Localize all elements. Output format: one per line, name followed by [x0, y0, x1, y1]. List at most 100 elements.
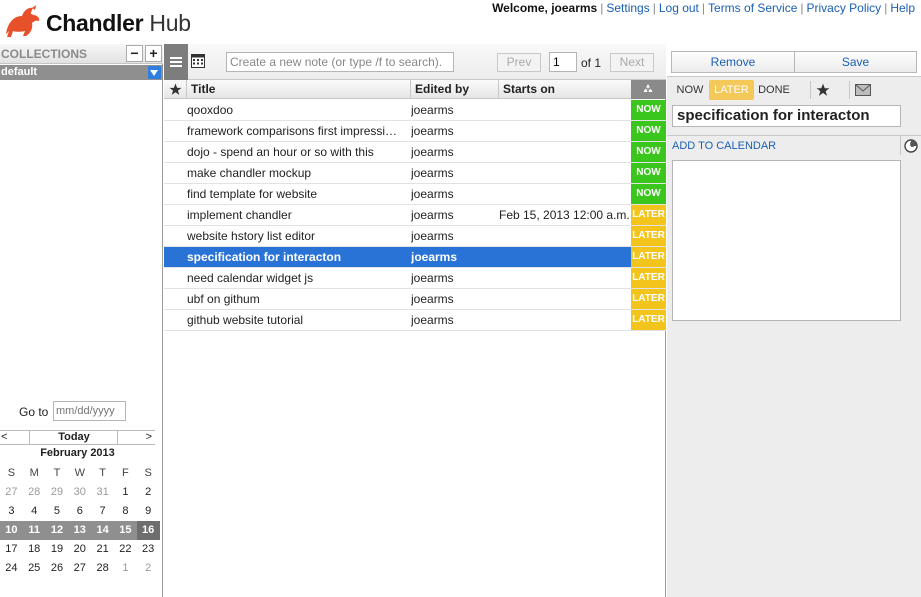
item-edited-by: joearms — [411, 313, 454, 327]
triage-badge[interactable]: LATER — [631, 310, 666, 330]
triage-badge[interactable]: NOW — [631, 142, 666, 162]
calendar-day[interactable]: 27 — [0, 483, 23, 502]
calendar-day[interactable]: 11 — [23, 521, 46, 540]
triage-badge[interactable]: NOW — [631, 184, 666, 204]
triage-badge[interactable]: NOW — [631, 121, 666, 141]
calendar-prev-button[interactable]: < — [0, 431, 30, 444]
calendar-day[interactable]: 6 — [68, 502, 91, 521]
privacy-link[interactable]: Privacy Policy — [807, 1, 882, 15]
calendar-day[interactable]: 27 — [68, 559, 91, 578]
calendar-day[interactable]: 4 — [23, 502, 46, 521]
calendar-day[interactable]: 24 — [0, 559, 23, 578]
detail-body-textarea[interactable] — [672, 160, 901, 321]
table-row[interactable]: make chandler mockup joearms NOW — [164, 163, 666, 184]
triage-badge[interactable]: LATER — [631, 247, 666, 267]
table-row[interactable]: implement chandler joearms Feb 15, 2013 12… — [164, 205, 666, 226]
detail-title-field[interactable]: specification for interacton — [672, 105, 901, 127]
calendar-day[interactable]: 8 — [114, 502, 137, 521]
remove-button[interactable]: Remove — [671, 51, 795, 73]
calendar-day[interactable]: 5 — [46, 502, 69, 521]
triage-badge[interactable]: LATER — [631, 289, 666, 309]
calendar-day[interactable]: 23 — [137, 540, 160, 559]
calendar-day[interactable]: 3 — [0, 502, 23, 521]
star-icon[interactable] — [810, 81, 832, 99]
logout-link[interactable]: Log out — [659, 1, 699, 15]
page-number-input[interactable] — [549, 52, 577, 72]
calendar-day[interactable]: 28 — [91, 559, 114, 578]
calendar-day[interactable]: 1 — [114, 559, 137, 578]
triage-badge[interactable]: LATER — [631, 226, 666, 246]
quick-entry-input[interactable] — [226, 52, 454, 72]
calendar-day[interactable]: 9 — [137, 502, 160, 521]
triage-badge[interactable]: LATER — [631, 205, 666, 225]
remove-collection-button[interactable]: − — [126, 45, 143, 62]
add-to-calendar-bar: ADD TO CALENDAR — [667, 135, 921, 155]
mail-icon[interactable] — [849, 81, 871, 99]
item-starts-on: Feb 15, 2013 12:00 a.m. — [499, 208, 630, 222]
calendar-day[interactable]: 2 — [137, 483, 160, 502]
triage-now-button[interactable]: NOW — [672, 80, 708, 100]
calendar-view-icon[interactable] — [191, 54, 205, 68]
triage-column-header[interactable] — [631, 80, 666, 99]
starts-on-column-header[interactable]: Starts on — [499, 80, 631, 99]
clock-icon[interactable] — [900, 136, 920, 155]
add-collection-button[interactable]: + — [145, 45, 162, 62]
edited-by-column-header[interactable]: Edited by — [411, 80, 499, 99]
save-button[interactable]: Save — [794, 51, 917, 73]
triage-later-button[interactable]: LATER — [709, 80, 754, 100]
prev-page-button[interactable]: Prev — [497, 53, 541, 72]
calendar-day[interactable]: 14 — [91, 521, 114, 540]
calendar-day[interactable]: 26 — [46, 559, 69, 578]
calendar-day[interactable]: 13 — [68, 521, 91, 540]
calendar-day[interactable]: 12 — [46, 521, 69, 540]
title-column-header[interactable]: Title — [187, 80, 411, 99]
list-view-icon[interactable] — [164, 44, 188, 80]
calendar-day[interactable]: 21 — [91, 540, 114, 559]
calendar-next-button[interactable]: > — [119, 431, 155, 444]
calendar-day[interactable]: 22 — [114, 540, 137, 559]
calendar-day[interactable]: 15 — [114, 521, 137, 540]
next-page-button[interactable]: Next — [610, 53, 654, 72]
table-row[interactable]: github website tutorial joearms LATER — [164, 310, 666, 331]
table-row[interactable]: framework comparisons first impressi… joe… — [164, 121, 666, 142]
triage-badge[interactable]: NOW — [631, 163, 666, 183]
chevron-down-icon[interactable] — [148, 66, 161, 79]
calendar-day[interactable]: 1 — [114, 483, 137, 502]
table-row[interactable]: need calendar widget js joearms LATER — [164, 268, 666, 289]
calendar-day[interactable]: 29 — [46, 483, 69, 502]
calendar-today-button[interactable]: Today — [31, 431, 118, 444]
calendar-day[interactable]: 10 — [0, 521, 23, 540]
star-icon — [169, 83, 182, 95]
calendar-day[interactable]: 25 — [23, 559, 46, 578]
triage-badge[interactable]: NOW — [631, 100, 666, 120]
calendar-day[interactable]: 7 — [91, 502, 114, 521]
settings-link[interactable]: Settings — [606, 1, 649, 15]
calendar-day[interactable]: 2 — [137, 559, 160, 578]
calendar-day[interactable]: 19 — [46, 540, 69, 559]
item-edited-by: joearms — [411, 103, 454, 117]
calendar-day[interactable]: 18 — [23, 540, 46, 559]
terms-link[interactable]: Terms of Service — [708, 1, 797, 15]
triage-badge[interactable]: LATER — [631, 268, 666, 288]
table-row[interactable]: ubf on githum joearms LATER — [164, 289, 666, 310]
weekday-label: S — [7, 467, 16, 479]
collection-label: default — [1, 66, 38, 78]
calendar-day[interactable]: 30 — [68, 483, 91, 502]
collection-item-default[interactable]: default — [0, 65, 163, 80]
triage-done-button[interactable]: DONE — [755, 80, 793, 100]
table-row[interactable]: qooxdoo joearms NOW — [164, 100, 666, 121]
add-to-calendar-link[interactable]: ADD TO CALENDAR — [672, 140, 776, 152]
star-column-header[interactable] — [164, 80, 187, 99]
calendar-day[interactable]: 31 — [91, 483, 114, 502]
table-row[interactable]: dojo - spend an hour or so with this joea… — [164, 142, 666, 163]
calendar-day[interactable]: 16 — [136, 521, 160, 540]
table-row[interactable]: specification for interacton joearms LATER — [164, 247, 666, 268]
help-link[interactable]: Help — [890, 1, 915, 15]
recycle-icon — [643, 84, 653, 92]
calendar-day[interactable]: 17 — [0, 540, 23, 559]
calendar-day[interactable]: 28 — [23, 483, 46, 502]
calendar-day[interactable]: 20 — [68, 540, 91, 559]
goto-date-input[interactable] — [53, 401, 126, 421]
table-row[interactable]: website hstory list editor joearms LATER — [164, 226, 666, 247]
table-row[interactable]: find template for website joearms NOW — [164, 184, 666, 205]
